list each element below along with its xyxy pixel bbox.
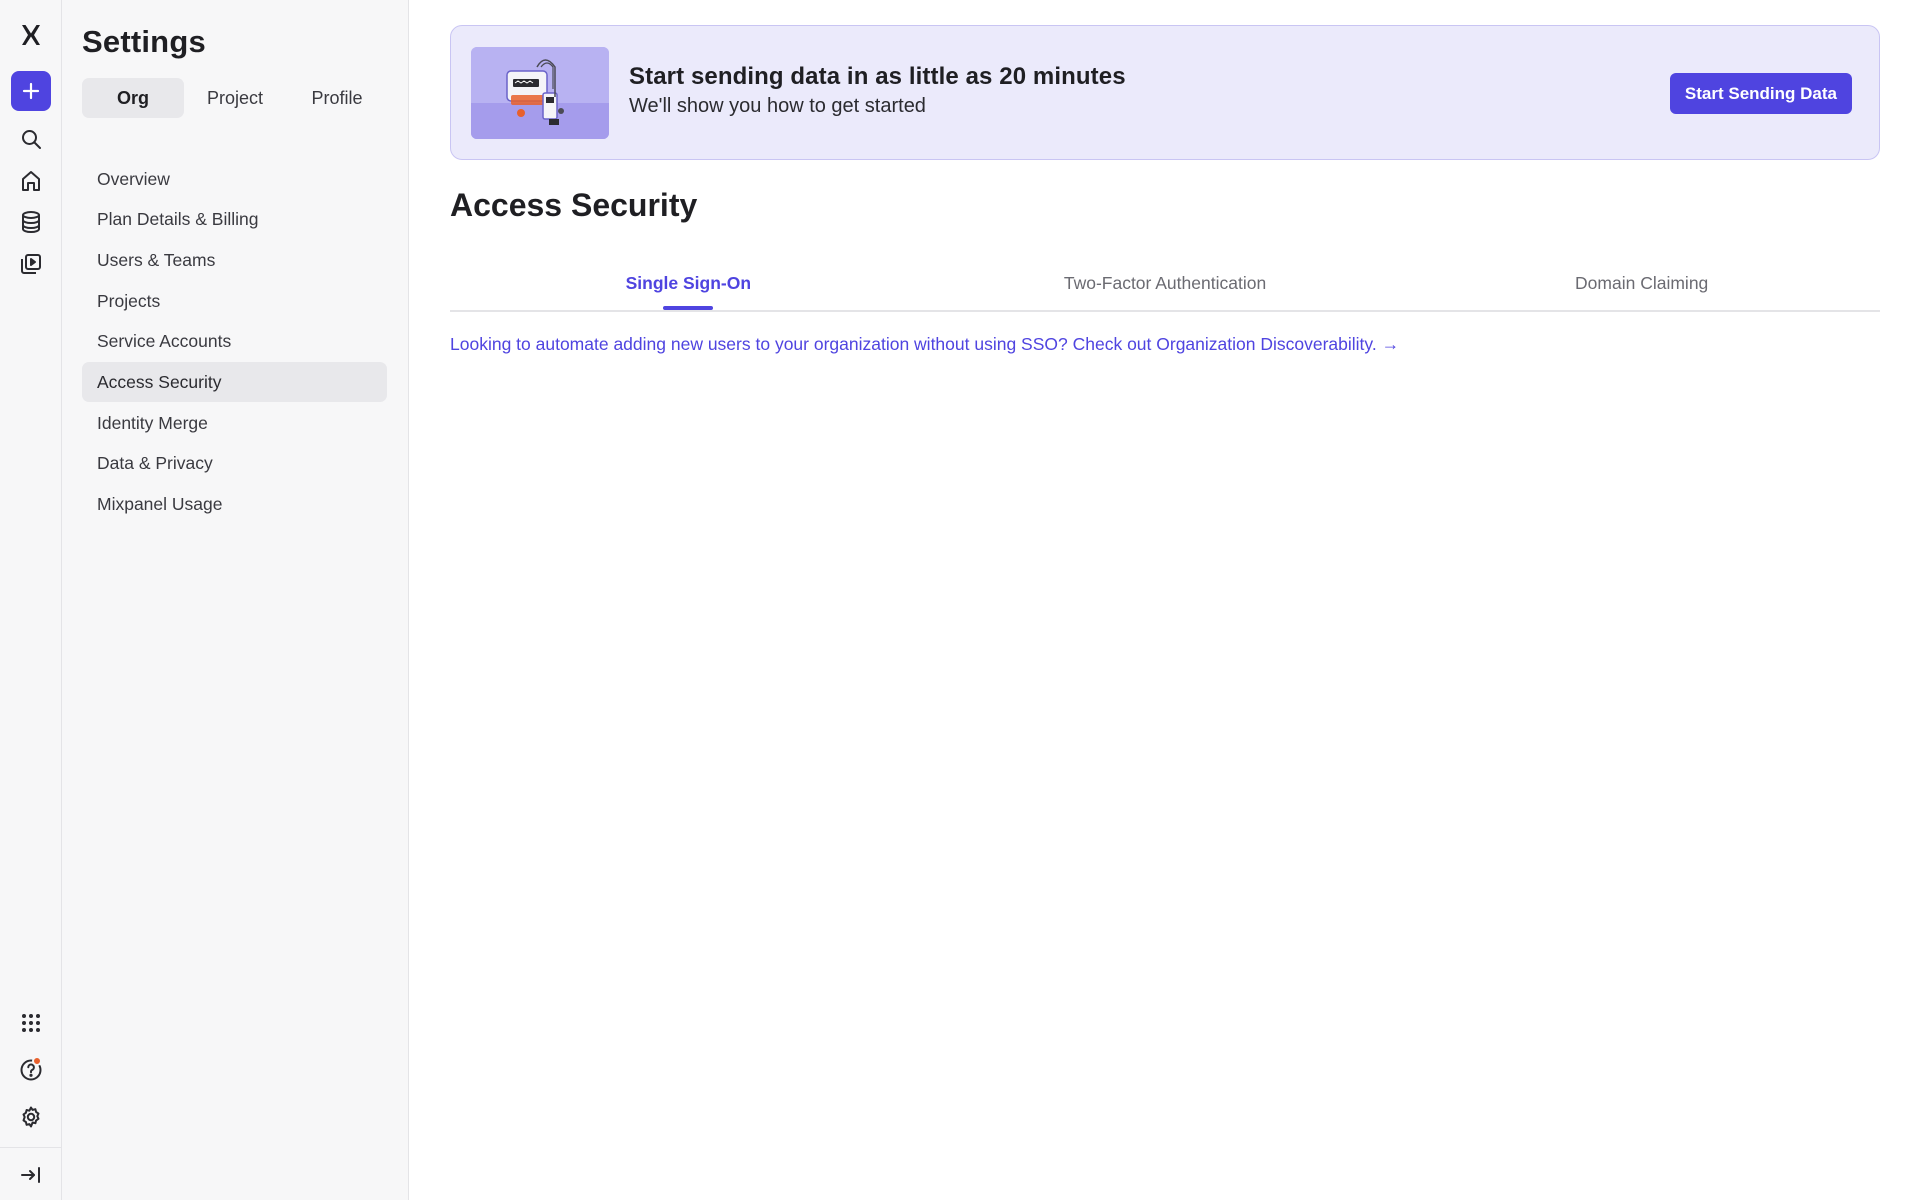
- scope-tab-org[interactable]: Org: [82, 78, 184, 118]
- sidebar-item-access-security[interactable]: Access Security: [82, 362, 387, 403]
- icon-rail: [0, 0, 62, 1200]
- banner-illustration: [471, 47, 609, 139]
- scope-tab-project[interactable]: Project: [184, 78, 286, 118]
- home-icon[interactable]: [11, 161, 51, 201]
- help-icon[interactable]: [11, 1050, 51, 1090]
- plus-icon[interactable]: [11, 71, 51, 111]
- start-sending-data-button[interactable]: Start Sending Data: [1669, 73, 1852, 114]
- scope-tab-profile[interactable]: Profile: [286, 78, 388, 118]
- onboarding-banner: Start sending data in as little as 20 mi…: [450, 25, 1880, 160]
- notification-dot: [32, 1056, 42, 1066]
- boards-icon[interactable]: [11, 244, 51, 284]
- settings-nav: Overview Plan Details & Billing Users & …: [82, 159, 387, 525]
- collapse-sidebar-icon[interactable]: [11, 1155, 51, 1195]
- database-icon[interactable]: [11, 202, 51, 242]
- sidebar-title: Settings: [82, 24, 206, 59]
- security-tabs: Single Sign-On Two-Factor Authentication…: [450, 265, 1880, 312]
- page-title: Access Security: [450, 187, 698, 223]
- search-icon[interactable]: [11, 119, 51, 159]
- sidebar-item-users-teams[interactable]: Users & Teams: [82, 240, 387, 280]
- tab-single-sign-on[interactable]: Single Sign-On: [450, 265, 927, 310]
- gear-icon[interactable]: [11, 1097, 51, 1137]
- main-content: Start sending data in as little as 20 mi…: [409, 0, 1920, 1200]
- settings-sidebar: Settings Org Project Profile Overview Pl…: [62, 0, 409, 1200]
- sidebar-item-projects[interactable]: Projects: [82, 281, 387, 321]
- organization-discoverability-link[interactable]: Looking to automate adding new users to …: [450, 334, 1399, 355]
- banner-title: Start sending data in as little as 20 mi…: [629, 63, 1126, 90]
- sidebar-item-overview[interactable]: Overview: [82, 159, 387, 199]
- tab-two-factor-authentication[interactable]: Two-Factor Authentication: [927, 265, 1404, 310]
- sidebar-item-identity-merge[interactable]: Identity Merge: [82, 403, 387, 443]
- tab-domain-claiming[interactable]: Domain Claiming: [1403, 265, 1880, 310]
- scope-tabs: Org Project Profile: [82, 78, 388, 118]
- mixpanel-logo-icon[interactable]: [11, 15, 51, 55]
- sidebar-item-plan-billing[interactable]: Plan Details & Billing: [82, 200, 387, 240]
- banner-subtitle: We'll show you how to get started: [629, 95, 926, 117]
- sidebar-item-mixpanel-usage[interactable]: Mixpanel Usage: [82, 485, 387, 525]
- rail-divider: [0, 1147, 61, 1148]
- sidebar-item-data-privacy[interactable]: Data & Privacy: [82, 444, 387, 484]
- sidebar-item-service-accounts[interactable]: Service Accounts: [82, 322, 387, 362]
- apps-grid-icon[interactable]: [11, 1003, 51, 1043]
